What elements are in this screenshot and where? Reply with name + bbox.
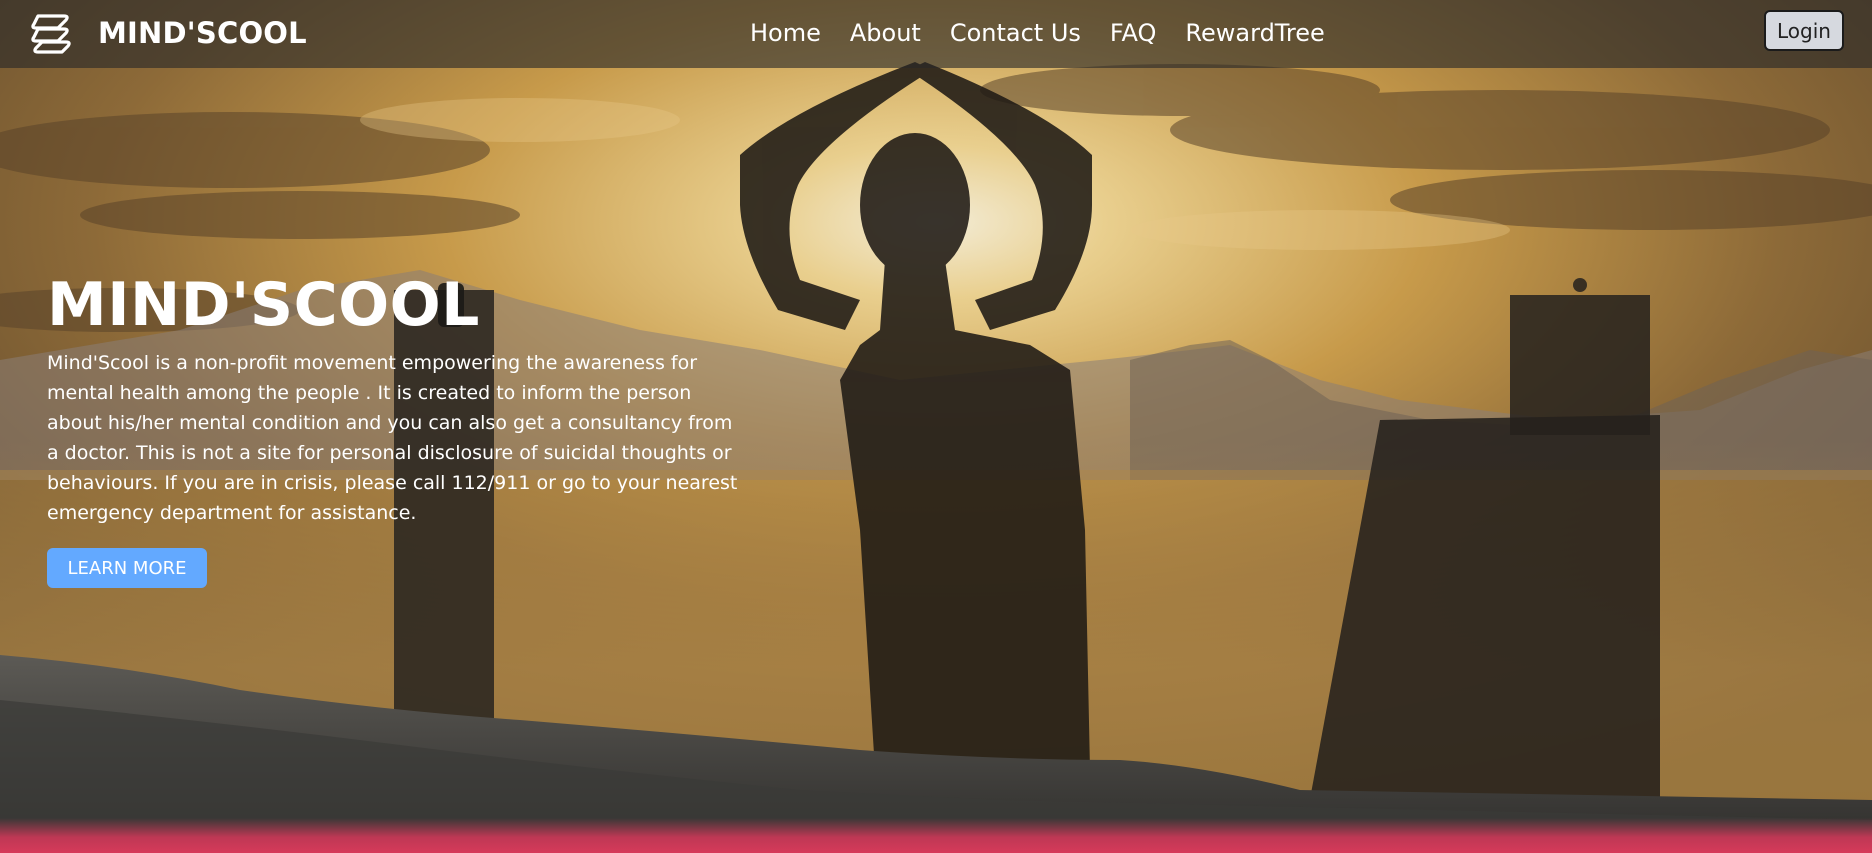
nav-faq-link[interactable]: FAQ <box>1110 19 1157 47</box>
hero-description: Mind'Scool is a non-profit movement empo… <box>47 352 738 524</box>
nav-home-link[interactable]: Home <box>750 19 821 47</box>
brand-name: MIND'SCOOL <box>98 16 307 50</box>
landing-page: MIND'SCOOL Home About Contact Us FAQ Rew… <box>0 0 1872 853</box>
login-button[interactable]: Login <box>1764 10 1844 51</box>
nav-about-link[interactable]: About <box>850 19 921 47</box>
hero-title: MIND'SCOOL <box>47 270 480 340</box>
top-navbar: MIND'SCOOL Home About Contact Us FAQ Rew… <box>0 0 1872 68</box>
main-nav: Home About Contact Us FAQ RewardTree <box>750 0 1354 66</box>
nav-contact-link[interactable]: Contact Us <box>950 19 1081 47</box>
hero-section: MIND'SCOOL Mind'Scool is a non-profit mo… <box>47 270 747 588</box>
brand[interactable]: MIND'SCOOL <box>28 8 307 58</box>
nav-rewardtree-link[interactable]: RewardTree <box>1185 19 1324 47</box>
bottom-accent-strip <box>0 818 1872 853</box>
stacked-wave-logo-icon <box>28 10 74 56</box>
learn-more-button[interactable]: LEARN MORE <box>47 548 207 588</box>
